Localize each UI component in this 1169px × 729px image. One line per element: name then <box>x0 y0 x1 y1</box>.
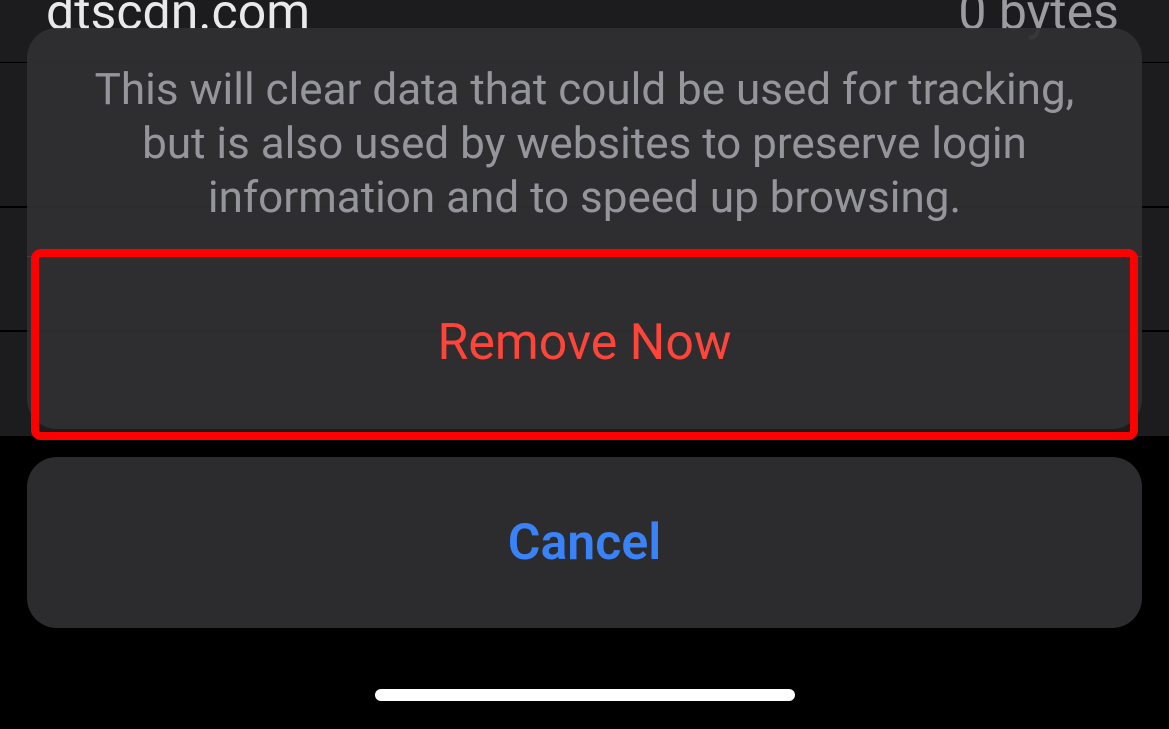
action-sheet-message: This will clear data that could be used … <box>27 28 1142 256</box>
home-indicator <box>375 689 795 701</box>
cancel-button[interactable]: Cancel <box>27 457 1142 628</box>
remove-now-button[interactable]: Remove Now <box>27 257 1142 429</box>
action-sheet: This will clear data that could be used … <box>27 28 1142 429</box>
